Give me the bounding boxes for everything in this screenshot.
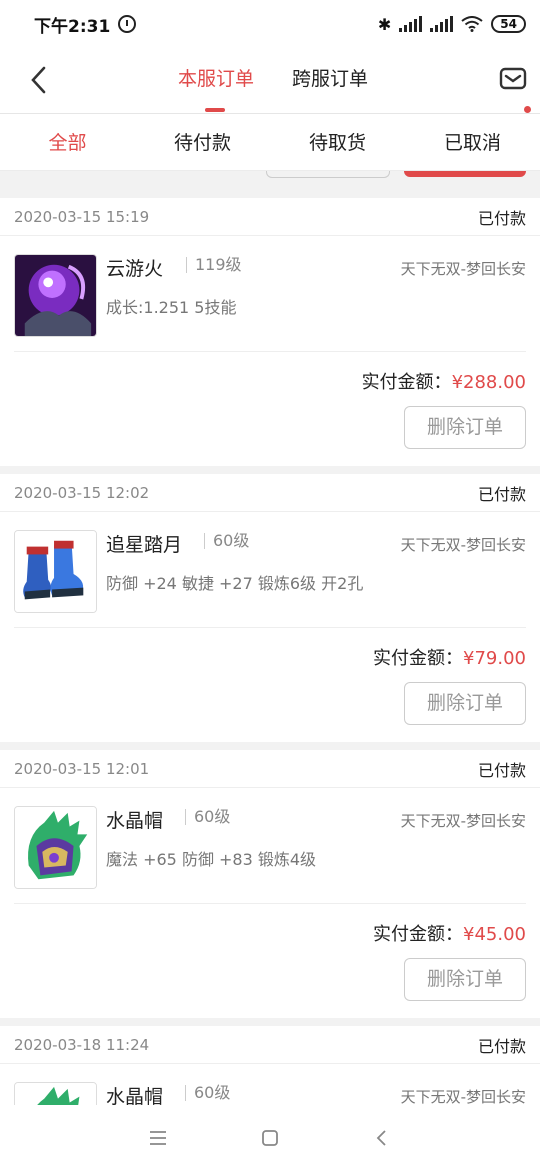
order-status: 已付款: [477, 760, 526, 780]
item-server: 天下无双-梦回长安: [400, 260, 526, 278]
order-date: 2020-03-15 12:02: [14, 483, 150, 502]
paid-amount-value: ¥288.00: [451, 372, 526, 393]
item-name: 追星踏月: [106, 534, 183, 556]
order-list: 2020-03-15 15:19 已付款 云游火 119级 天下无双-梦回长安 …: [0, 198, 540, 1170]
alarm-icon: [118, 15, 137, 33]
order-item[interactable]: 追星踏月 60级 天下无双-梦回长安 防御 +24 敏捷 +27 锻炼6级 开2…: [14, 512, 526, 628]
delete-order-button[interactable]: 删除订单: [404, 406, 526, 449]
delete-order-button[interactable]: 删除订单: [404, 958, 526, 1001]
purple-pet-icon: [14, 254, 97, 337]
order-card: 2020-03-15 12:02 已付款 追星踏月 60级 天下无双-梦回长安 …: [0, 474, 540, 742]
order-header: 2020-03-15 15:19 已付款: [0, 198, 540, 236]
item-name: 水晶帽: [106, 810, 164, 832]
menu-icon[interactable]: [146, 1126, 170, 1150]
mail-icon: [499, 67, 527, 90]
order-header: 2020-03-15 12:02 已付款: [0, 474, 540, 512]
order-footer: 实付金额：¥288.00 删除订单: [14, 352, 526, 466]
crystal-helmet-icon: [14, 806, 97, 889]
paid-amount-label: 实付金额：: [373, 648, 464, 669]
filter-tab-cancelled[interactable]: 已取消: [405, 115, 540, 170]
order-date: 2020-03-15 12:01: [14, 759, 150, 778]
order-header: 2020-03-18 11:24 已付款: [0, 1026, 540, 1064]
order-item[interactable]: 云游火 119级 天下无双-梦回长安 成长:1.251 5技能: [14, 236, 526, 352]
item-level: 60级: [185, 809, 230, 825]
filter-bar: 全部 待付款 待取货 已取消: [0, 115, 540, 171]
paid-amount: 实付金额：¥45.00: [373, 920, 526, 946]
paid-amount: 实付金额：¥288.00: [362, 368, 526, 394]
item-attributes: 防御 +24 敏捷 +27 锻炼6级 开2孔: [106, 574, 364, 593]
divider: [0, 742, 540, 750]
item-attributes: 成长:1.251 5技能: [106, 298, 237, 317]
paid-amount-value: ¥79.00: [463, 648, 526, 669]
nav-bar: 本服订单 跨服订单: [0, 48, 540, 114]
signal-icon: [399, 16, 423, 32]
battery-icon: 54: [491, 15, 526, 33]
item-server: 天下无双-梦回长安: [400, 536, 526, 554]
order-footer: 实付金额：¥45.00 删除订单: [14, 904, 526, 1018]
item-level: 60级: [204, 533, 249, 549]
order-item[interactable]: 水晶帽 60级 天下无双-梦回长安 魔法 +65 防御 +83 锻炼4级: [14, 788, 526, 904]
active-tab-indicator: [205, 108, 225, 112]
order-header: 2020-03-15 12:01 已付款: [0, 750, 540, 788]
order-footer: 实付金额：¥79.00 删除订单: [14, 628, 526, 742]
unread-dot: [524, 106, 531, 113]
status-time: 下午2:31: [34, 16, 111, 37]
item-server: 天下无双-梦回长安: [400, 812, 526, 830]
divider: [0, 1018, 540, 1026]
system-nav-bar: [0, 1105, 540, 1170]
item-attributes: 魔法 +65 防御 +83 锻炼4级: [106, 850, 317, 869]
order-card: 2020-03-15 12:01 已付款 水晶帽 60级 天下无双-梦回长安 魔…: [0, 750, 540, 1018]
tab-cross-server-orders[interactable]: 跨服订单: [292, 64, 368, 94]
order-status: 已付款: [477, 208, 526, 228]
divider: [0, 466, 540, 474]
item-level: 60级: [185, 1085, 230, 1101]
home-icon[interactable]: [258, 1126, 282, 1150]
boots-icon: [14, 530, 97, 613]
item-level: 119级: [186, 257, 242, 273]
order-status: 已付款: [477, 1036, 526, 1056]
paid-amount: 实付金额：¥79.00: [373, 644, 526, 670]
paid-amount-label: 实付金额：: [373, 924, 464, 945]
order-date: 2020-03-15 15:19: [14, 207, 150, 226]
order-status: 已付款: [477, 484, 526, 504]
tab-local-orders[interactable]: 本服订单: [178, 64, 254, 94]
filter-tab-pending-payment[interactable]: 待付款: [135, 115, 270, 170]
order-card: 2020-03-15 15:19 已付款 云游火 119级 天下无双-梦回长安 …: [0, 198, 540, 466]
paid-amount-value: ¥45.00: [463, 924, 526, 945]
wifi-icon: [461, 16, 483, 32]
filter-tab-all[interactable]: 全部: [0, 115, 135, 170]
filter-tab-pending-pickup[interactable]: 待取货: [270, 115, 405, 170]
status-bar: 下午2:31 ✱ 54: [0, 0, 540, 48]
signal-icon: [430, 16, 454, 32]
order-date: 2020-03-18 11:24: [14, 1035, 150, 1054]
message-button[interactable]: [498, 63, 528, 93]
item-name: 云游火: [106, 258, 164, 280]
delete-order-button[interactable]: 删除订单: [404, 682, 526, 725]
back-button[interactable]: [22, 62, 58, 98]
paid-amount-label: 实付金额：: [361, 372, 452, 393]
chevron-left-icon: [31, 66, 46, 94]
back-icon[interactable]: [370, 1126, 394, 1150]
item-server: 天下无双-梦回长安: [400, 1088, 526, 1106]
bluetooth-icon: ✱: [377, 14, 392, 34]
